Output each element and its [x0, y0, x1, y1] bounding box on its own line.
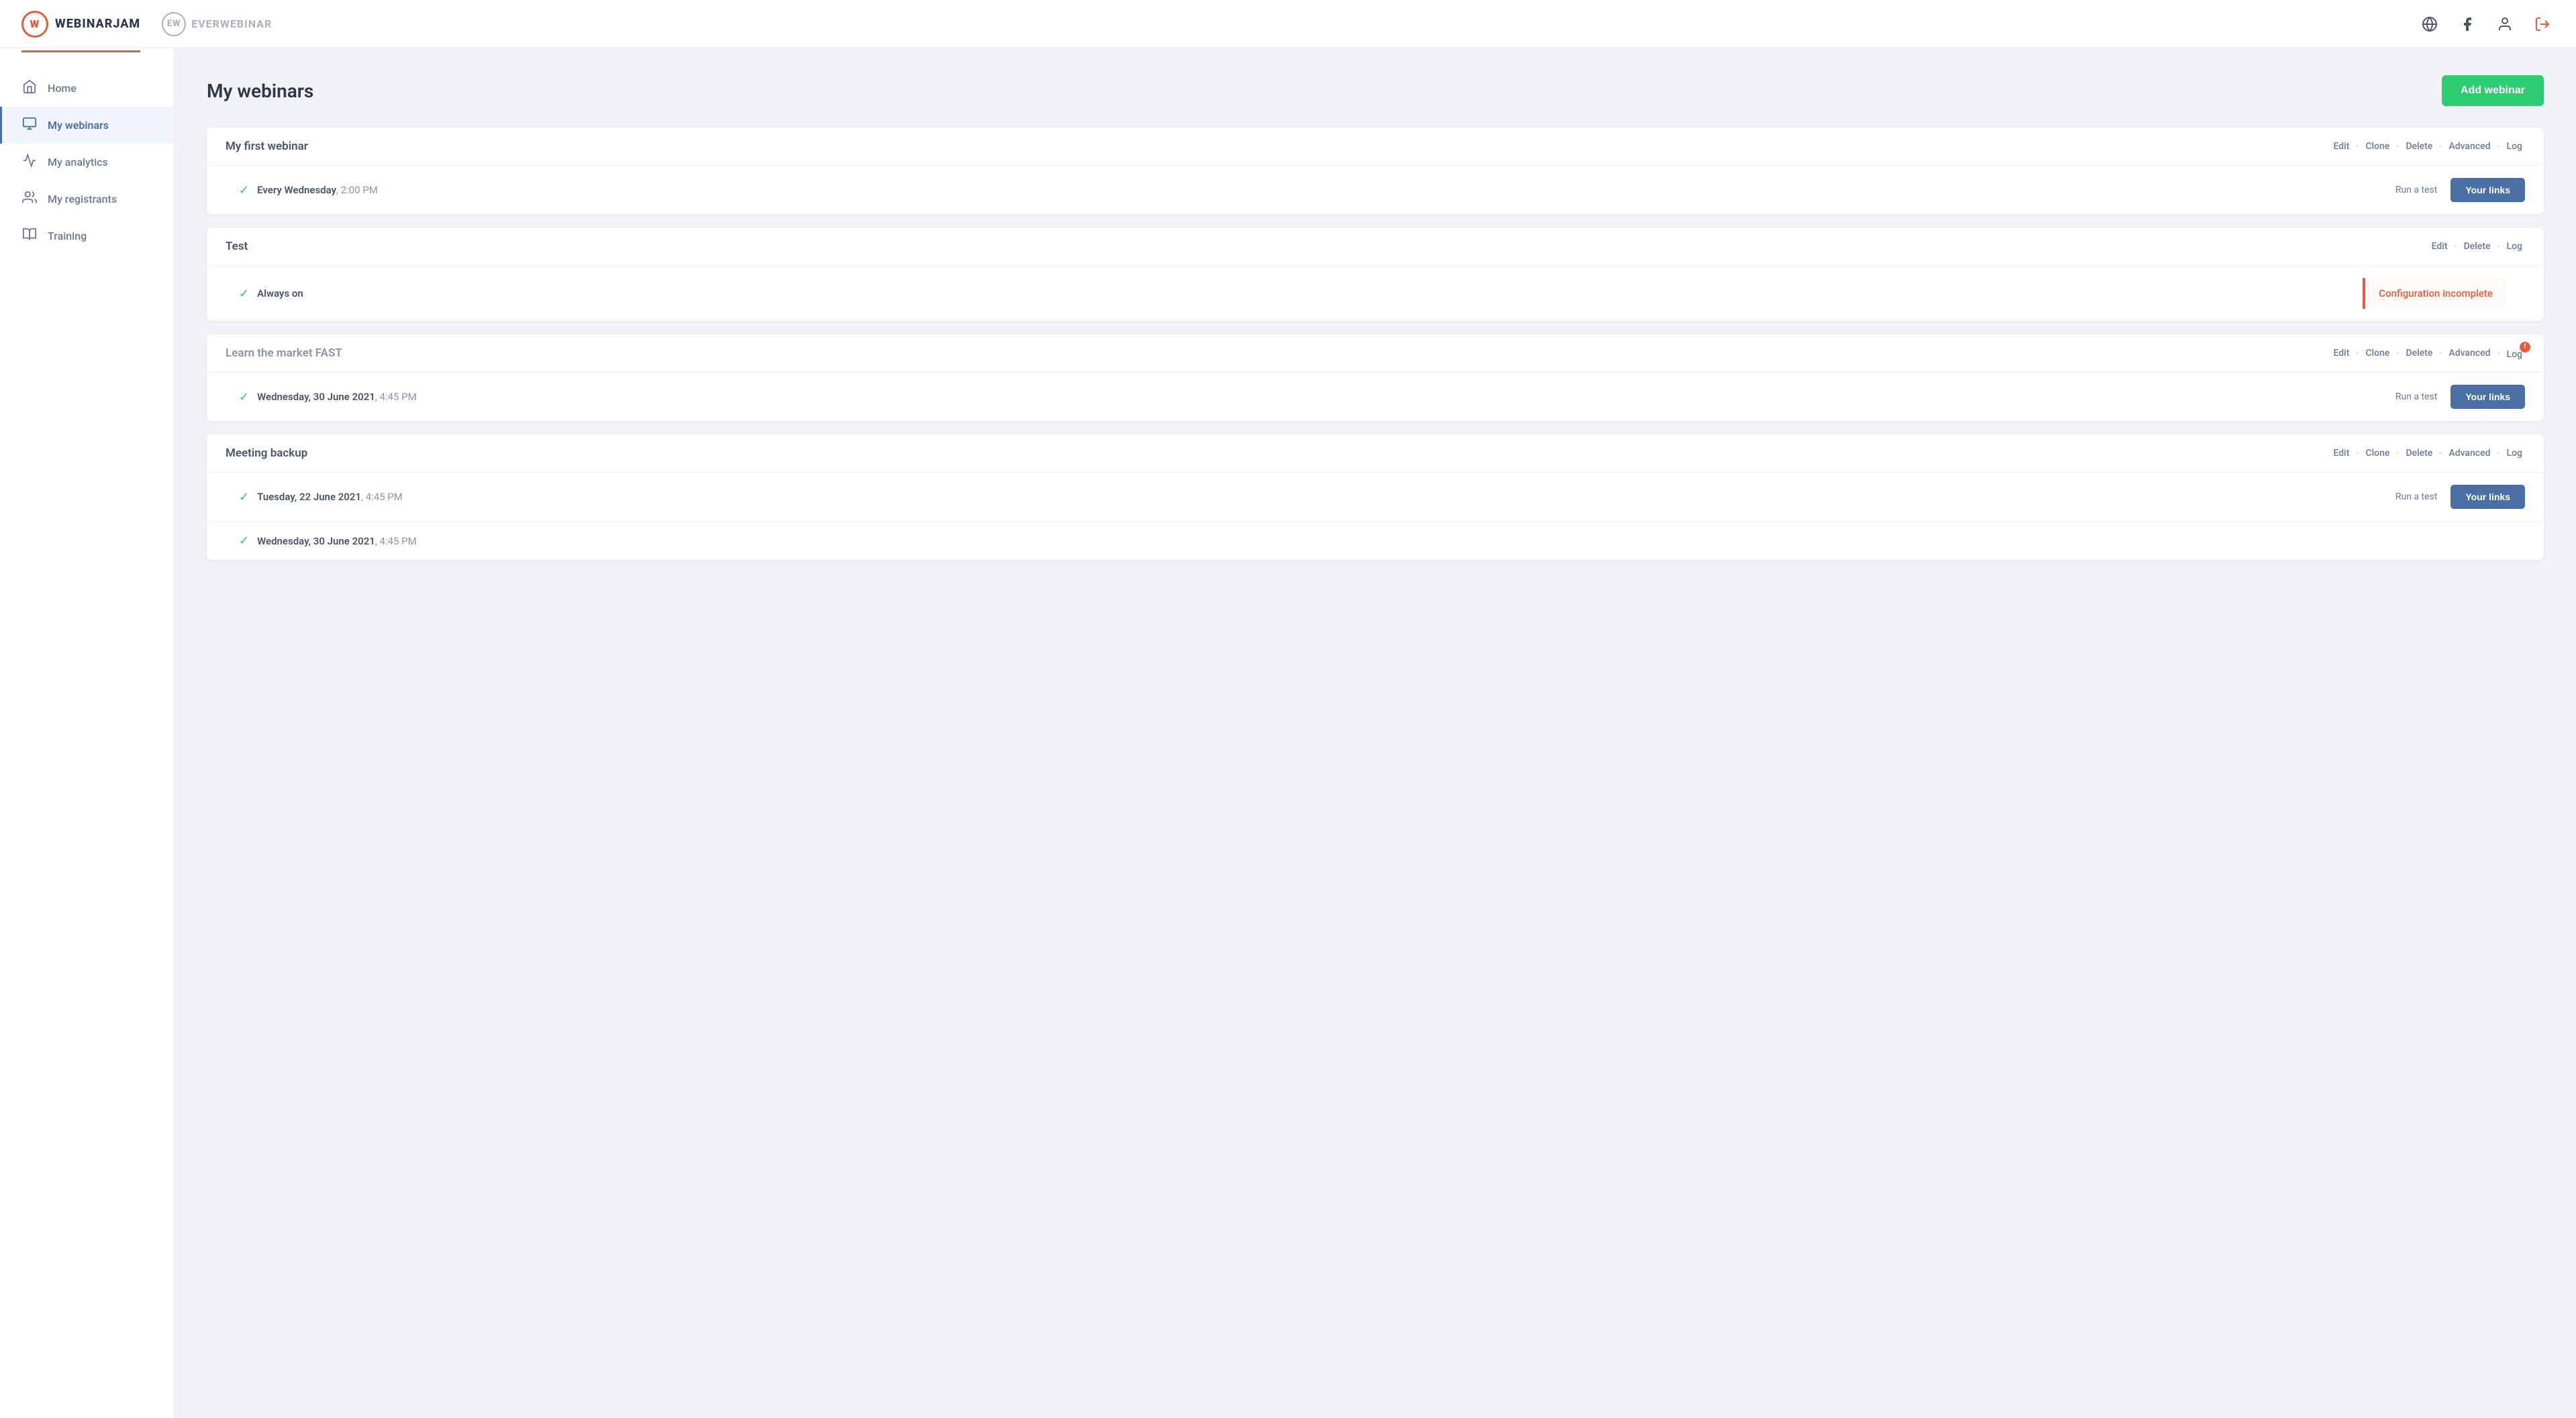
webinar1-your-links-button[interactable]: Your links: [2450, 178, 2525, 202]
logo-webinarjam[interactable]: W WEBINARJAM: [21, 11, 140, 38]
sidebar-item-training[interactable]: Training: [0, 218, 174, 254]
facebook-icon[interactable]: [2455, 12, 2479, 36]
webinar-actions-3: Edit • Clone • Delete • Advanced • Log !: [2331, 346, 2526, 360]
webinar1-run-test[interactable]: Run a test: [2395, 185, 2437, 195]
webinar-header-1: My first webinar Edit • Clone • Delete •…: [207, 128, 2544, 166]
webinar3-run-test[interactable]: Run a test: [2395, 391, 2437, 402]
header-icons: [2418, 12, 2555, 36]
webinar4-your-links-button[interactable]: Your links: [2450, 485, 2525, 509]
webinar1-edit[interactable]: Edit: [2331, 140, 2352, 153]
webinar1-session-1: ✓ Every Wednesday, 2:00 PM Run a test Yo…: [207, 166, 2544, 214]
globe-icon[interactable]: [2418, 12, 2442, 36]
webinar-name-3: Learn the market FAST: [226, 346, 342, 360]
check-icon-2: ✓: [239, 287, 249, 301]
webinar1-log[interactable]: Log: [2504, 140, 2525, 153]
sidebar: Home My webinars My analytics: [0, 48, 175, 1418]
sidebar-my-registrants-label: My registrants: [48, 193, 117, 205]
sidebar-training-label: Training: [48, 230, 87, 242]
webinar3-schedule: ✓ Wednesday, 30 June 2021, 4:45 PM: [239, 390, 417, 404]
sidebar-home-label: Home: [48, 82, 77, 95]
webinar1-delete[interactable]: Delete: [2403, 140, 2435, 153]
webinar3-clone[interactable]: Clone: [2363, 346, 2392, 360]
main-header: My webinars Add webinar: [207, 75, 2544, 106]
check-icon-4b: ✓: [239, 534, 249, 548]
check-icon: ✓: [239, 183, 249, 197]
sidebar-item-my-analytics[interactable]: My analytics: [0, 144, 174, 181]
webinar3-session-1: ✓ Wednesday, 30 June 2021, 4:45 PM Run a…: [207, 373, 2544, 421]
webinar4-session-1: ✓ Tuesday, 22 June 2021, 4:45 PM Run a t…: [207, 473, 2544, 521]
webinar3-delete[interactable]: Delete: [2403, 346, 2435, 360]
webinar-section-1: My first webinar Edit • Clone • Delete •…: [207, 128, 2544, 214]
sidebar-my-analytics-label: My analytics: [48, 156, 108, 169]
main-content: My webinars Add webinar My first webinar…: [175, 48, 2576, 1418]
webinar4-advanced[interactable]: Advanced: [2446, 446, 2493, 460]
sidebar-item-my-registrants[interactable]: My registrants: [0, 181, 174, 218]
webinar4-session-2: ✓ Wednesday, 30 June 2021, 4:45 PM: [207, 521, 2544, 560]
log-notification-badge: !: [2520, 342, 2530, 352]
webinar1-clone[interactable]: Clone: [2363, 140, 2392, 153]
webinar4-run-test[interactable]: Run a test: [2395, 491, 2437, 502]
sidebar-item-home[interactable]: Home: [0, 70, 174, 107]
webinar-name-1: My first webinar: [226, 140, 308, 153]
my-analytics-icon: [21, 153, 38, 171]
webinar-name-4: Meeting backup: [226, 446, 307, 460]
my-webinars-icon: [21, 116, 38, 134]
webinar1-advanced[interactable]: Advanced: [2446, 140, 2493, 153]
webinar3-your-links-button[interactable]: Your links: [2450, 385, 2525, 409]
webinar-section-4: Meeting backup Edit • Clone • Delete • A…: [207, 434, 2544, 560]
logout-icon[interactable]: [2530, 12, 2555, 36]
webinar4-edit[interactable]: Edit: [2331, 446, 2352, 460]
user-icon[interactable]: [2493, 12, 2517, 36]
config-incomplete-badge: Configuration incomplete: [2363, 278, 2506, 309]
schedule-text: Every Wednesday, 2:00 PM: [257, 184, 378, 196]
webinar4-log[interactable]: Log: [2504, 446, 2525, 460]
webinar4-clone[interactable]: Clone: [2363, 446, 2392, 460]
webinar4-schedule-1: ✓ Tuesday, 22 June 2021, 4:45 PM: [239, 490, 403, 504]
header-logos: W WEBINARJAM EW EVERWEBINAR: [21, 11, 272, 38]
home-icon: [21, 79, 38, 97]
ew-logo-text: EVERWEBINAR: [191, 17, 272, 30]
webinar2-delete[interactable]: Delete: [2461, 240, 2493, 253]
wj-logo-text: WEBINARJAM: [55, 17, 140, 31]
logo-everwebinar[interactable]: EW EVERWEBINAR: [162, 12, 272, 36]
webinar2-session-1: ✓ Always on Configuration incomplete: [207, 266, 2544, 321]
webinar-actions-2: Edit • Delete • Log: [2429, 240, 2525, 253]
wj-logo-icon: W: [21, 11, 48, 38]
page-title: My webinars: [207, 80, 313, 102]
webinar2-schedule: ✓ Always on: [239, 287, 303, 301]
webinar-section-3: Learn the market FAST Edit • Clone • Del…: [207, 334, 2544, 421]
webinar-header-2: Test Edit • Delete • Log: [207, 228, 2544, 266]
check-icon-3: ✓: [239, 390, 249, 404]
webinar4-schedule-2: ✓ Wednesday, 30 June 2021, 4:45 PM: [239, 534, 417, 548]
schedule-text-2: Always on: [257, 287, 303, 299]
webinar3-log-badge-wrap: Log !: [2504, 347, 2525, 360]
webinar3-row-actions: Run a test Your links: [2395, 385, 2525, 409]
add-webinar-button[interactable]: Add webinar: [2442, 75, 2544, 106]
sidebar-item-my-webinars[interactable]: My webinars: [0, 107, 174, 144]
webinar-header-4: Meeting backup Edit • Clone • Delete • A…: [207, 434, 2544, 473]
webinar2-edit[interactable]: Edit: [2429, 240, 2450, 253]
schedule-text-4a: Tuesday, 22 June 2021, 4:45 PM: [257, 491, 403, 503]
webinar-header-3: Learn the market FAST Edit • Clone • Del…: [207, 334, 2544, 373]
webinar4-row-actions: Run a test Your links: [2395, 485, 2525, 509]
check-icon-4a: ✓: [239, 490, 249, 504]
webinar1-schedule: ✓ Every Wednesday, 2:00 PM: [239, 183, 378, 197]
schedule-text-4b: Wednesday, 30 June 2021, 4:45 PM: [257, 535, 417, 547]
webinar1-row-actions: Run a test Your links: [2395, 178, 2525, 202]
webinar3-edit[interactable]: Edit: [2331, 346, 2352, 360]
webinar-section-2: Test Edit • Delete • Log ✓ Always on: [207, 228, 2544, 321]
webinar2-log[interactable]: Log: [2504, 240, 2525, 253]
webinar-actions-1: Edit • Clone • Delete • Advanced • Log: [2331, 140, 2526, 153]
webinar4-delete[interactable]: Delete: [2403, 446, 2435, 460]
schedule-text-3: Wednesday, 30 June 2021, 4:45 PM: [257, 391, 417, 403]
my-registrants-icon: [21, 190, 38, 208]
webinar-actions-4: Edit • Clone • Delete • Advanced • Log: [2331, 446, 2526, 460]
training-icon: [21, 227, 38, 245]
webinar3-advanced[interactable]: Advanced: [2446, 346, 2493, 360]
header: W WEBINARJAM EW EVERWEBINAR: [0, 0, 2576, 48]
ew-logo-icon: EW: [162, 12, 186, 36]
layout: Home My webinars My analytics: [0, 48, 2576, 1418]
webinar-name-2: Test: [226, 240, 248, 253]
sidebar-my-webinars-label: My webinars: [48, 119, 109, 132]
